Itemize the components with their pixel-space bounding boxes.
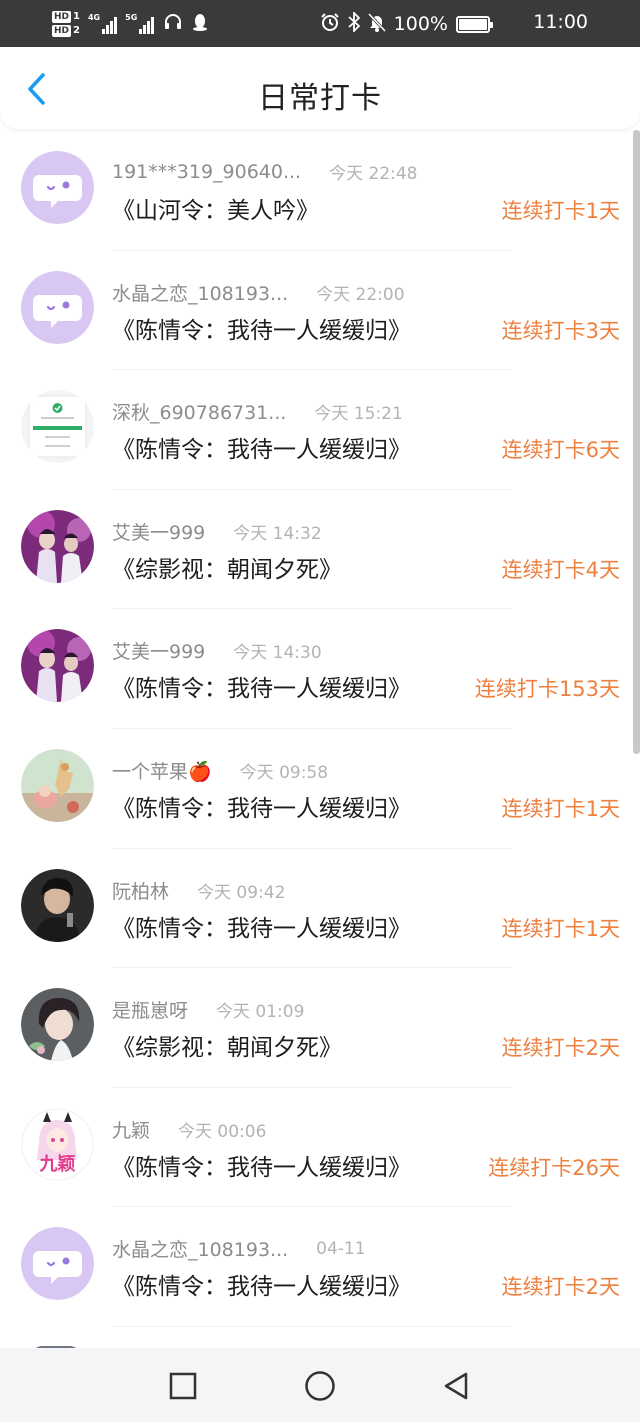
checkin-row[interactable]: 一个苹果🍎 今天 09:58 《陈情令：我待一人缓缓归》 连续打卡1天 [0, 729, 640, 849]
user-line: 一个苹果🍎 今天 09:58 [112, 757, 328, 784]
triangle-back-icon [444, 1372, 468, 1400]
checkin-row[interactable]: 艾美一999 今天 14:30 《陈情令：我待一人缓缓归》 连续打卡153天 [0, 609, 640, 729]
username[interactable]: 191***319_90640... [112, 161, 301, 183]
book-title[interactable]: 《综影视：朝闻夕死》 [112, 1028, 342, 1062]
status-left: HD 1 HD 2 4G 5G [52, 6, 208, 42]
scrollbar-thumb[interactable] [633, 130, 640, 754]
streak-label: 连续打卡2天 [501, 1275, 620, 1300]
checkin-list[interactable]: 191***319_90640... 今天 22:48 《山河令：美人吟》 连续打卡1… [0, 131, 640, 1327]
streak-label: 连续打卡6天 [501, 438, 620, 463]
signal-5g-icon: 5G [125, 14, 155, 34]
checkin-time: 今天 09:42 [197, 882, 286, 903]
row-divider [112, 1325, 512, 1327]
checkin-row[interactable]: 艾美一999 今天 14:32 《综影视：朝闻夕死》 连续打卡4天 [0, 490, 640, 610]
username[interactable]: 艾美一999 [112, 518, 205, 545]
book-title[interactable]: 《陈情令：我待一人缓缓归》 [112, 909, 411, 943]
checkin-row[interactable]: 水晶之恋_108193... 今天 22:00 《陈情令：我待一人缓缓归》 连续打卡3… [0, 251, 640, 371]
checkin-row[interactable]: 水晶之恋_108193... 04-11 《陈情令：我待一人缓缓归》 连续打卡2天 [0, 1207, 640, 1327]
checkin-row[interactable]: 是瓶崽呀 今天 01:09 《综影视：朝闻夕死》 连续打卡2天 [0, 968, 640, 1088]
username[interactable]: 阮柏林 [112, 877, 169, 904]
page-header: 日常打卡 [0, 47, 640, 129]
username[interactable]: 一个苹果🍎 [112, 757, 212, 784]
streak-label: 连续打卡26天 [488, 1155, 620, 1180]
avatar[interactable] [21, 988, 94, 1062]
user-line: 阮柏林 今天 09:42 [112, 877, 285, 904]
streak-label: 连续打卡153天 [474, 677, 620, 702]
streak-label: 连续打卡1天 [501, 199, 620, 223]
hd-indicators: HD 1 HD 2 [52, 11, 80, 37]
user-line: 艾美一999 今天 14:32 [112, 518, 322, 545]
user-line: 191***319_90640... 今天 22:48 [112, 159, 418, 185]
page-title: 日常打卡 [258, 81, 382, 116]
checkin-time: 今天 14:32 [233, 523, 322, 544]
username[interactable]: 九颖 [112, 1116, 150, 1143]
streak-label: 连续打卡1天 [501, 796, 620, 821]
battery-icon [456, 15, 493, 33]
headphones-icon [164, 13, 182, 36]
mute-bell-icon [367, 12, 386, 37]
checkin-time: 今天 01:09 [216, 1002, 305, 1023]
status-time: 11:00 [533, 11, 588, 33]
username[interactable]: 水晶之恋_108193... [112, 279, 288, 306]
avatar[interactable] [21, 509, 94, 583]
username[interactable]: 是瓶崽呀 [112, 996, 188, 1023]
user-line: 水晶之恋_108193... 今天 22:00 [112, 279, 405, 306]
user-line: 九颖 今天 00:06 [112, 1116, 266, 1143]
square-icon [169, 1372, 197, 1400]
bluetooth-icon [348, 10, 360, 37]
streak-label: 连续打卡2天 [501, 1036, 620, 1061]
hd2-indicator: HD 2 [52, 25, 80, 37]
circle-icon [305, 1371, 335, 1401]
signal-4g-icon: 4G [88, 14, 118, 34]
battery-percent: 100% [393, 13, 448, 35]
status-bar: HD 1 HD 2 4G 5G 100% 11:00 [0, 0, 640, 47]
user-line: 深秋_690786731... 今天 15:21 [112, 398, 403, 425]
svg-text:九颖: 九颖 [39, 1153, 76, 1175]
book-title[interactable]: 《陈情令：我待一人缓缓归》 [112, 430, 411, 464]
checkin-row[interactable]: 九颖 九颖 今天 00:06 《陈情令：我待一人缓缓归》 连续打卡26天 [0, 1088, 640, 1208]
checkin-time: 今天 15:21 [314, 404, 403, 425]
qq-penguin-icon [192, 13, 208, 36]
avatar[interactable] [21, 1227, 94, 1301]
avatar[interactable] [21, 151, 94, 224]
status-right: 100% [320, 9, 493, 39]
alarm-icon [320, 12, 340, 37]
checkin-time: 今天 22:48 [329, 164, 418, 184]
streak-label: 连续打卡1天 [501, 916, 620, 941]
checkin-time: 今天 22:00 [316, 284, 405, 305]
home-button[interactable] [300, 1368, 340, 1404]
checkin-time: 04-11 [316, 1238, 366, 1259]
user-line: 是瓶崽呀 今天 01:09 [112, 996, 304, 1023]
avatar[interactable]: 九颖 [21, 1107, 94, 1181]
avatar[interactable] [21, 390, 94, 464]
checkin-row[interactable]: 深秋_690786731... 今天 15:21 《陈情令：我待一人缓缓归》 连续打卡… [0, 370, 640, 490]
recents-button[interactable] [163, 1368, 203, 1404]
streak-label: 连续打卡4天 [501, 557, 620, 582]
avatar[interactable] [21, 868, 94, 942]
username[interactable]: 艾美一999 [112, 637, 205, 664]
username[interactable]: 深秋_690786731... [112, 398, 286, 425]
checkin-row[interactable]: 191***319_90640... 今天 22:48 《山河令：美人吟》 连续打卡1… [0, 131, 640, 251]
username[interactable]: 水晶之恋_108193... [112, 1235, 288, 1262]
checkin-row[interactable]: 阮柏林 今天 09:42 《陈情令：我待一人缓缓归》 连续打卡1天 [0, 849, 640, 969]
avatar[interactable] [21, 629, 94, 703]
book-title[interactable]: 《陈情令：我待一人缓缓归》 [112, 789, 411, 823]
book-title[interactable]: 《山河令：美人吟》 [112, 191, 319, 225]
avatar[interactable] [21, 270, 94, 344]
avatar[interactable] [21, 748, 94, 822]
hd1-indicator: HD 1 [52, 11, 80, 23]
system-nav-bar [0, 1348, 640, 1422]
book-title[interactable]: 《综影视：朝闻夕死》 [112, 550, 342, 584]
checkin-time: 今天 00:06 [178, 1121, 267, 1142]
book-title[interactable]: 《陈情令：我待一人缓缓归》 [112, 669, 411, 703]
checkin-time: 今天 14:30 [233, 643, 322, 664]
back-nav-button[interactable] [436, 1368, 476, 1404]
book-title[interactable]: 《陈情令：我待一人缓缓归》 [112, 1148, 411, 1182]
book-title[interactable]: 《陈情令：我待一人缓缓归》 [112, 1267, 411, 1301]
streak-label: 连续打卡3天 [501, 318, 620, 343]
checkin-time: 今天 09:58 [239, 762, 329, 783]
user-line: 水晶之恋_108193... 04-11 [112, 1235, 366, 1262]
user-line: 艾美一999 今天 14:30 [112, 637, 322, 664]
book-title[interactable]: 《陈情令：我待一人缓缓归》 [112, 311, 411, 345]
